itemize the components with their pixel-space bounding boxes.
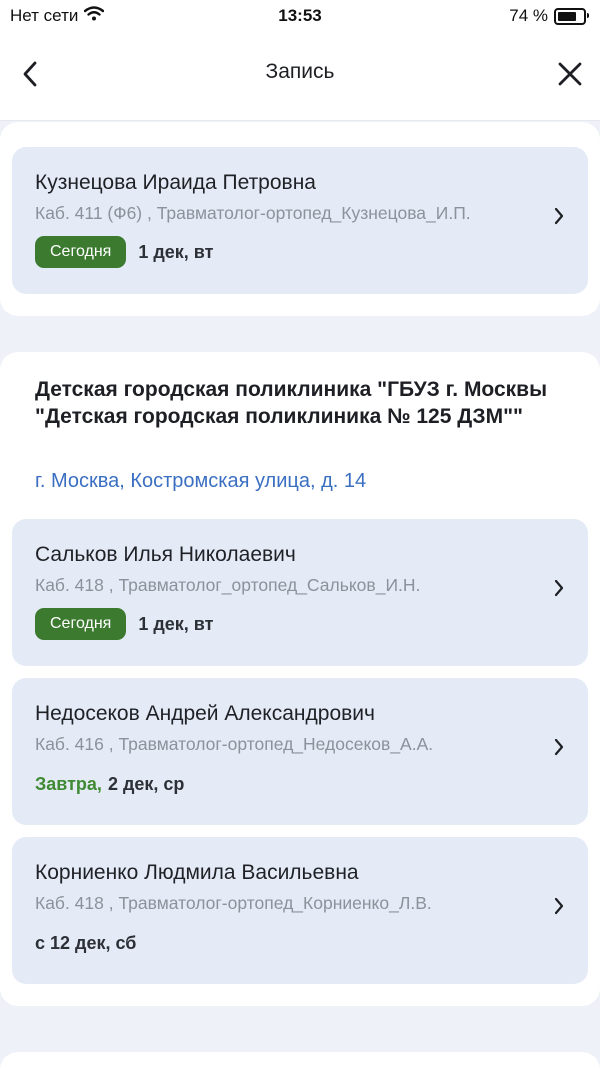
close-button[interactable] (554, 58, 586, 90)
doctor-name: Сальков Илья Николаевич (35, 543, 296, 566)
today-badge: Сегодня (35, 608, 127, 640)
doctor-card-salkov[interactable]: Сальков Илья Николаевич Каб. 418 , Травм… (12, 519, 588, 666)
doctor-name: Корниенко Людмила Васильевна (35, 861, 359, 884)
appointment-date: с 12 дек, сб (35, 933, 137, 953)
doctor-details: Каб. 416 , Травматолог-ортопед_Недосеков… (35, 734, 434, 754)
doctor-card-nedosekov[interactable]: Недосеков Андрей Александрович Каб. 416 … (12, 678, 588, 825)
appointment-when: Завтра, 2 дек, ср (35, 774, 184, 795)
appointment-date: 1 дек, вт (138, 241, 214, 262)
doctor-name: Кузнецова Ираида Петровна (35, 171, 316, 194)
appointment-when: с 12 дек, сб (35, 933, 136, 954)
appointment-when: Сегодня 1 дек, вт (35, 608, 213, 640)
today-badge: Сегодня (35, 236, 127, 268)
tomorrow-label: Завтра, (35, 774, 102, 794)
doctor-name: Недосеков Андрей Александрович (35, 702, 375, 725)
chevron-right-icon (554, 897, 564, 915)
chevron-right-icon (554, 738, 564, 756)
status-right: 74 % (509, 6, 589, 26)
battery-percent: 74 % (509, 6, 548, 25)
next-section (0, 1052, 600, 1092)
battery-icon (554, 7, 589, 25)
doctor-details: Каб. 418 , Травматолог-ортопед_Корниенко… (35, 893, 432, 913)
clinic-address-link[interactable]: г. Москва, Костромская улица, д. 14 (35, 470, 366, 493)
clinic-name: Детская городская поликлиника "ГБУЗ г. М… (35, 378, 548, 428)
close-icon (558, 62, 582, 86)
doctor-details: Каб. 418 , Травматолог_ортопед_Сальков_И… (35, 575, 421, 595)
chevron-right-icon (554, 579, 564, 597)
appointment-date: 1 дек, вт (138, 613, 214, 634)
navigation-bar: Запись (0, 34, 600, 121)
status-bar: Нет сети 13:53 74 % (0, 0, 600, 34)
chevron-right-icon (554, 207, 564, 225)
appointment-when: Сегодня 1 дек, вт (35, 236, 213, 268)
appointment-date: 2 дек, ср (107, 774, 185, 794)
doctor-card-kuznetsova[interactable]: Кузнецова Ираида Петровна Каб. 411 (Ф6) … (12, 147, 588, 294)
doctor-card-kornienko[interactable]: Корниенко Людмила Васильевна Каб. 418 , … (12, 837, 588, 984)
page-title: Запись (265, 60, 335, 83)
doctor-details: Каб. 411 (Ф6) , Травматолог-ортопед_Кузн… (35, 203, 471, 223)
